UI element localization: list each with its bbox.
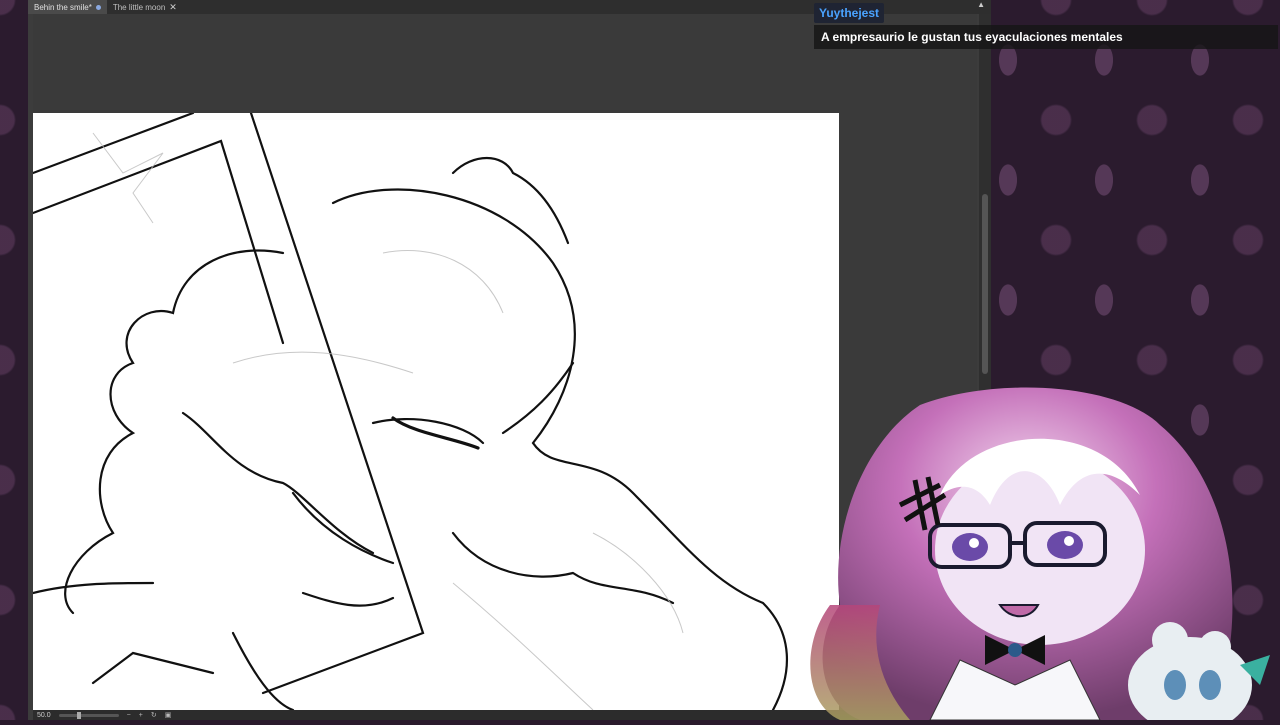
tab-behind-the-smile[interactable]: Behin the smile* bbox=[28, 0, 107, 14]
drawing-canvas[interactable] bbox=[33, 113, 839, 710]
zoom-level[interactable]: 50.0 bbox=[37, 712, 51, 719]
chat-username: Yuythejest bbox=[814, 3, 885, 23]
tab-the-little-moon[interactable]: The little moon ✕ bbox=[107, 0, 183, 14]
vtuber-avatar bbox=[800, 385, 1280, 725]
rotate-icon[interactable]: ↻ bbox=[151, 711, 157, 719]
minus-icon[interactable]: − bbox=[127, 712, 131, 719]
unsaved-dot-icon bbox=[95, 4, 101, 10]
stream-chat-overlay: Yuythejest A empresaurio le gustan tus e… bbox=[814, 3, 1278, 49]
zoom-slider[interactable] bbox=[58, 711, 119, 719]
tab-label: Behin the smile* bbox=[34, 2, 92, 12]
fit-icon[interactable]: ▣ bbox=[165, 711, 172, 719]
chat-message: A empresaurio le gustan tus eyaculacione… bbox=[814, 25, 1278, 49]
close-icon[interactable]: ✕ bbox=[169, 2, 177, 13]
line-art-sketch bbox=[33, 113, 788, 710]
avatar-illustration bbox=[810, 387, 1270, 725]
plus-icon[interactable]: + bbox=[139, 712, 143, 719]
tab-label: The little moon bbox=[112, 2, 166, 12]
scrollbar-thumb[interactable] bbox=[982, 194, 988, 374]
